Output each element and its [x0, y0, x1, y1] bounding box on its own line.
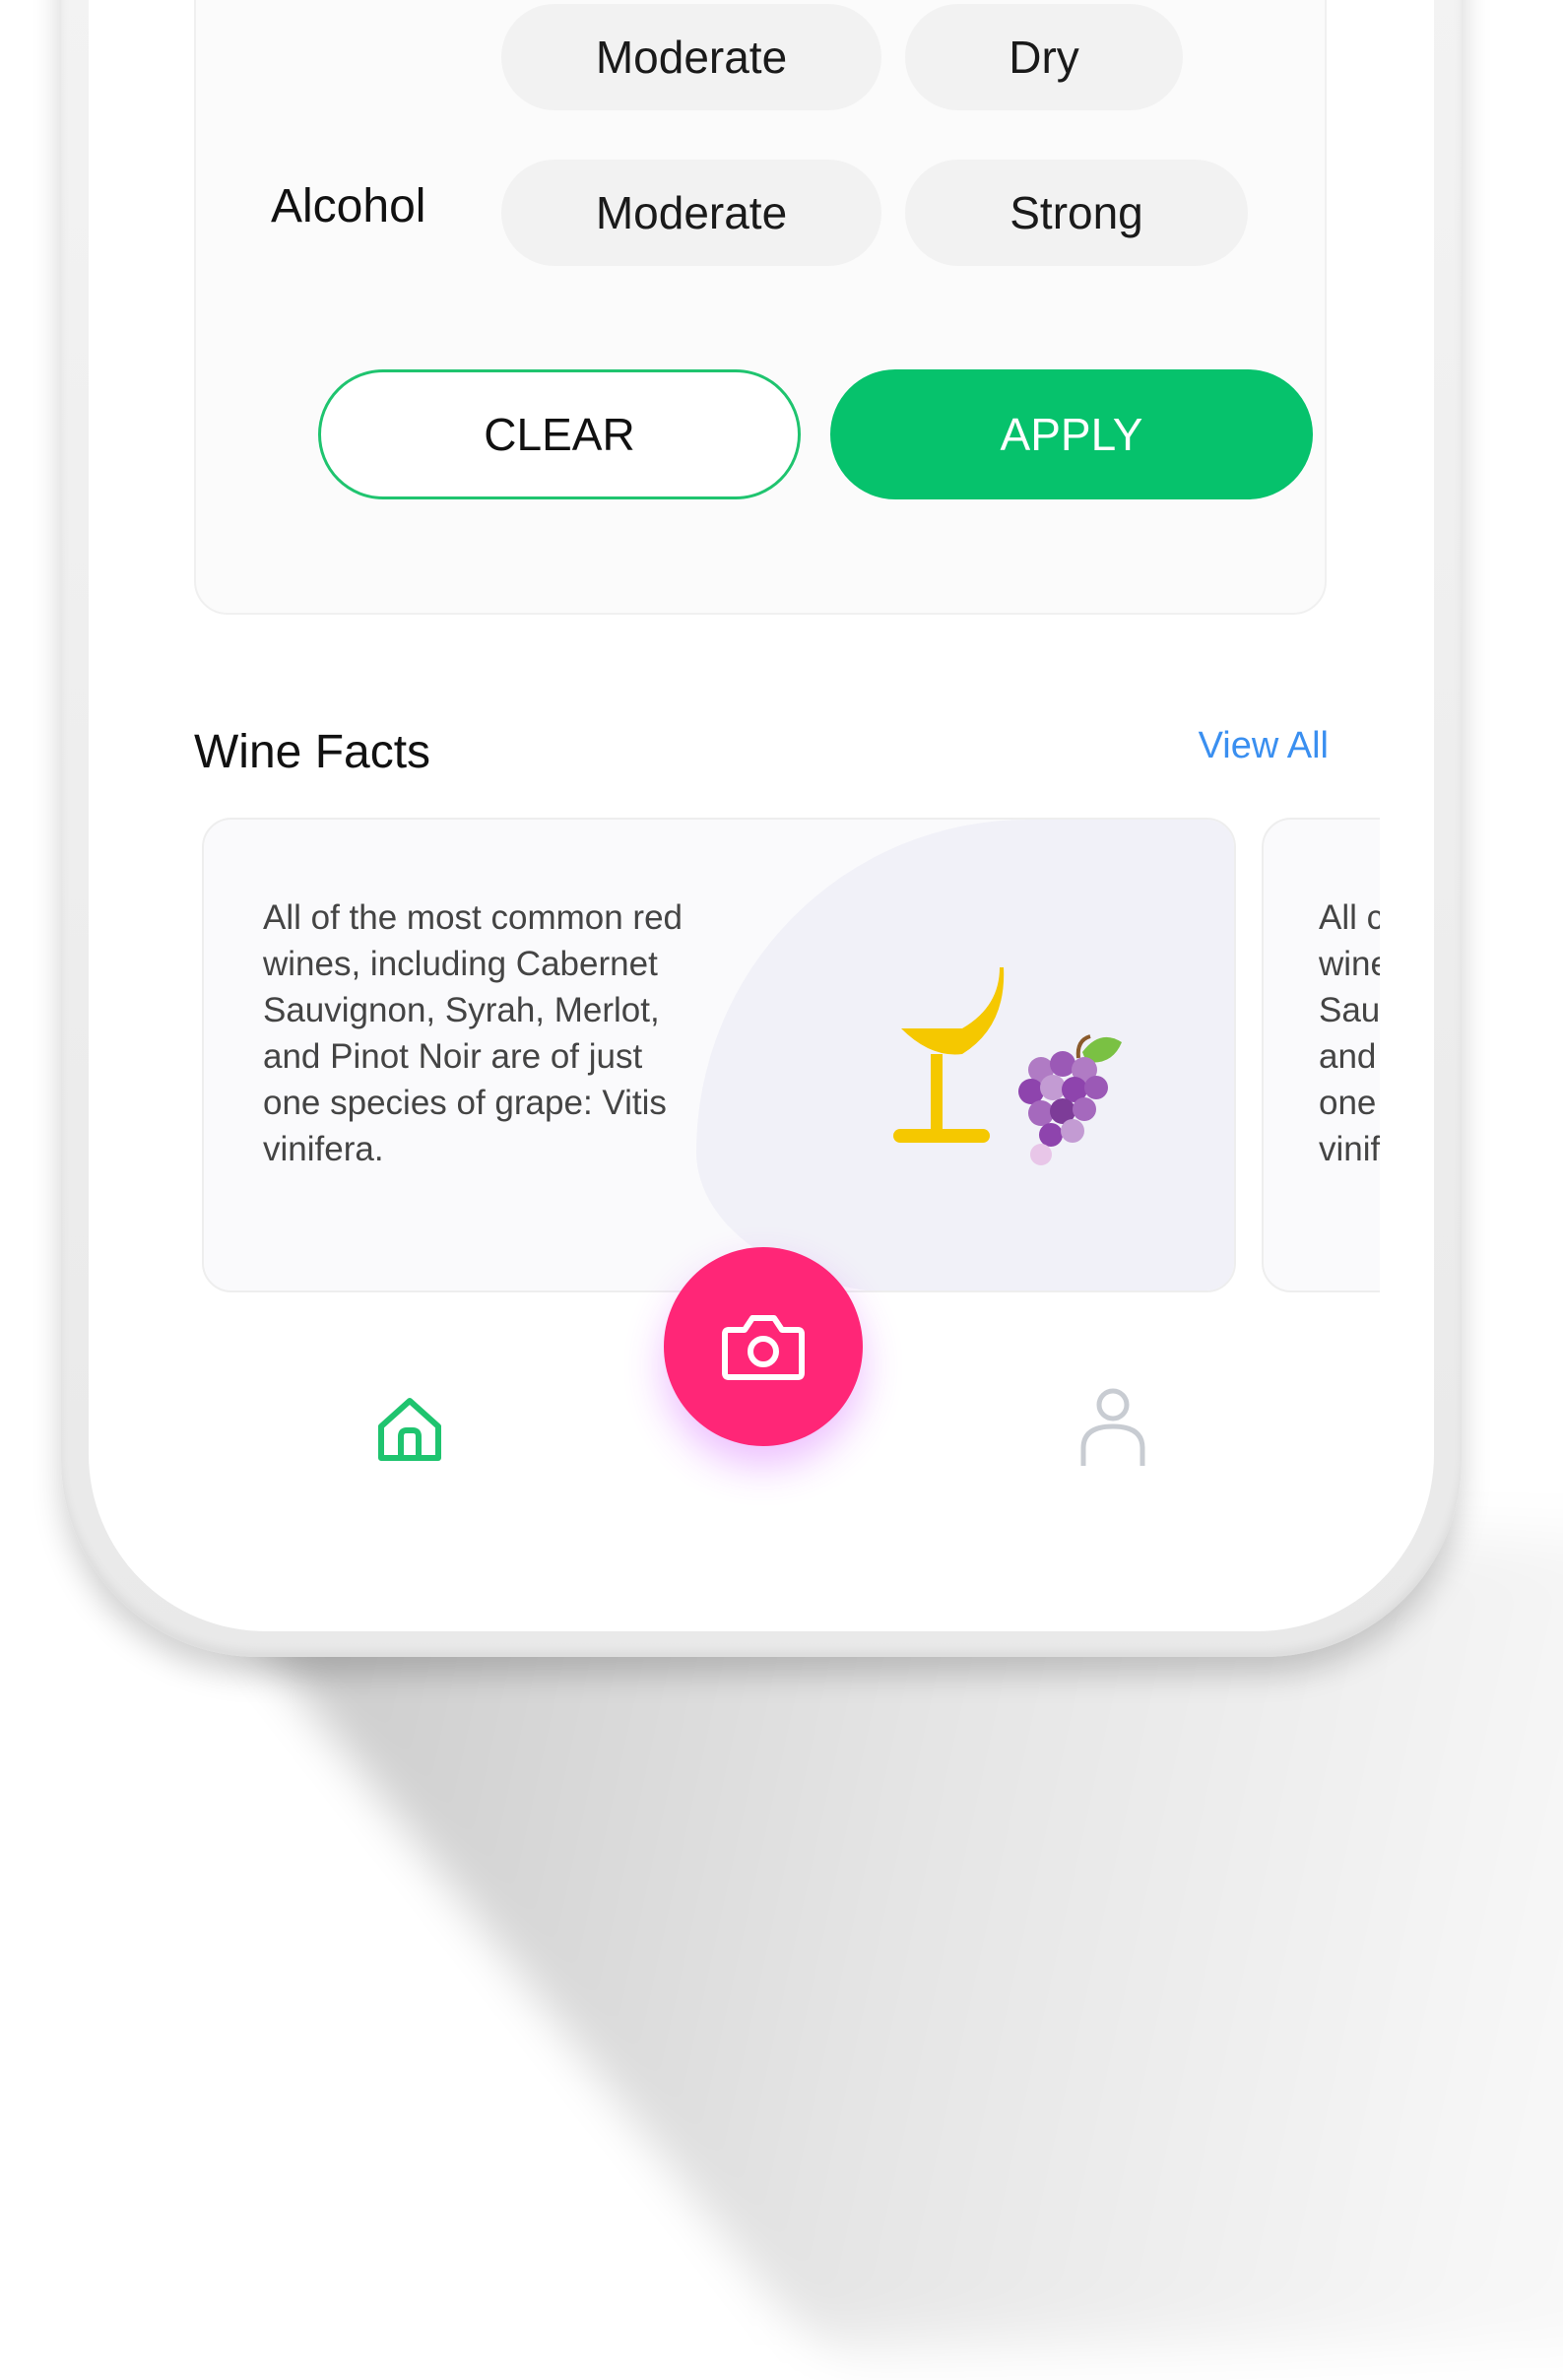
sweetness-dry-chip[interactable]: Dry	[905, 4, 1183, 110]
alcohol-moderate-chip[interactable]: Moderate	[501, 160, 881, 266]
app-screen: Moderate Dry Alcohol Moderate Strong CLE…	[141, 0, 1380, 1568]
home-icon[interactable]	[375, 1395, 444, 1464]
alcohol-strong-chip[interactable]: Strong	[905, 160, 1248, 266]
filter-panel: Moderate Dry Alcohol Moderate Strong CLE…	[194, 0, 1327, 615]
wine-glass-and-grapes-icon	[893, 967, 1122, 1165]
alcohol-label: Alcohol	[271, 180, 426, 232]
fact-text: All c wine Sau and one vinif	[1319, 898, 1380, 1168]
camera-button[interactable]	[664, 1247, 863, 1446]
fact-card[interactable]: All c wine Sau and one vinif	[1262, 818, 1380, 1292]
clear-button[interactable]: CLEAR	[318, 369, 801, 499]
apply-button[interactable]: APPLY	[830, 369, 1313, 499]
sweetness-moderate-chip[interactable]: Moderate	[501, 4, 881, 110]
fact-text: All of the most common red wines, includ…	[263, 898, 683, 1168]
profile-icon[interactable]	[1078, 1387, 1147, 1468]
fact-card[interactable]: All of the most common red wines, includ…	[202, 818, 1236, 1292]
phone-shadow	[177, 1537, 1563, 2345]
section-title: Wine Facts	[194, 726, 431, 778]
camera-icon	[722, 1315, 805, 1380]
view-all-link[interactable]: View All	[1199, 725, 1329, 767]
